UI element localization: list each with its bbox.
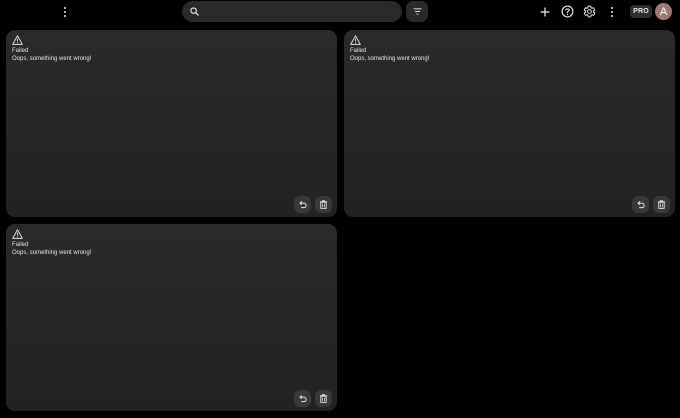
warning-icon	[350, 35, 361, 45]
trash-icon	[319, 394, 328, 403]
card-status-title: Failed	[12, 48, 29, 54]
card-error-message: Oops, something went wrong!	[12, 250, 92, 256]
card-error-message: Oops, something went wrong!	[350, 56, 430, 62]
more-options-button[interactable]	[605, 3, 619, 20]
left-menu-button[interactable]	[58, 3, 72, 20]
retry-button[interactable]	[294, 196, 311, 213]
undo-icon	[299, 201, 307, 209]
avatar[interactable]: A	[655, 3, 672, 20]
undo-icon	[637, 201, 645, 209]
pro-badge[interactable]: PRO	[630, 5, 652, 18]
card-status-title: Failed	[350, 48, 367, 54]
gear-icon	[583, 5, 595, 17]
filter-icon	[413, 8, 421, 15]
delete-button[interactable]	[315, 390, 332, 407]
more-vert-icon	[611, 6, 613, 17]
card-error-message: Oops, something went wrong!	[12, 56, 92, 62]
retry-button[interactable]	[294, 390, 311, 407]
undo-icon	[299, 395, 307, 403]
trash-icon	[319, 200, 328, 209]
search-icon	[190, 7, 199, 16]
more-vert-icon	[64, 6, 66, 17]
delete-button[interactable]	[315, 196, 332, 213]
delete-button[interactable]	[653, 196, 670, 213]
settings-button[interactable]	[581, 3, 597, 19]
warning-icon	[12, 35, 23, 45]
warning-icon	[12, 229, 23, 239]
error-card: Failed Oops, something went wrong!	[6, 30, 337, 217]
retry-button[interactable]	[632, 196, 649, 213]
search-bar[interactable]	[182, 1, 402, 22]
help-circle-icon	[561, 5, 573, 17]
help-button[interactable]	[559, 3, 575, 19]
plus-icon	[540, 7, 549, 16]
search-input[interactable]	[205, 5, 385, 18]
filter-button[interactable]	[406, 1, 428, 22]
top-bar: PRO A	[0, 0, 680, 24]
error-card: Failed Oops, something went wrong!	[344, 30, 675, 217]
card-status-title: Failed	[12, 242, 29, 248]
error-card: Failed Oops, something went wrong!	[6, 224, 337, 411]
add-button[interactable]	[537, 4, 552, 19]
trash-icon	[657, 200, 666, 209]
